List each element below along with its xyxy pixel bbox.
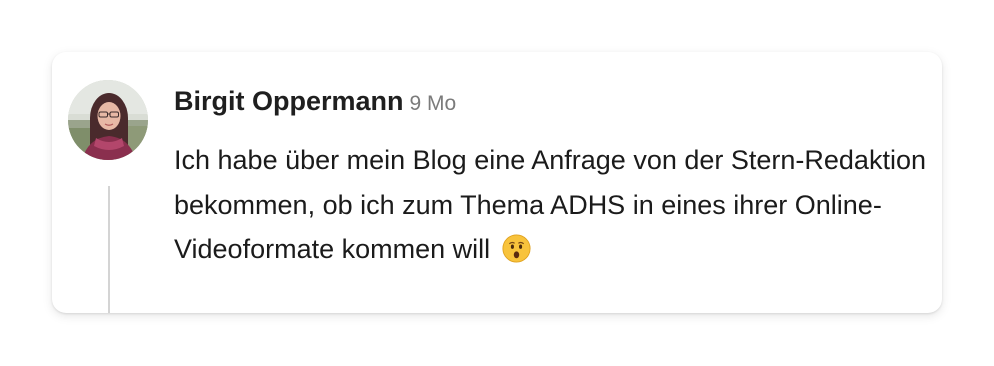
- post-card: Birgit Oppermann 9 Mo Ich habe über mein …: [52, 52, 942, 313]
- post-text: Ich habe über mein Blog eine Anfrage von…: [174, 138, 934, 272]
- avatar[interactable]: [68, 80, 148, 160]
- post-header: Birgit Oppermann 9 Mo: [174, 86, 456, 117]
- avatar-photo: [68, 80, 148, 160]
- post-text-content: Ich habe über mein Blog eine Anfrage von…: [174, 145, 926, 264]
- thread-line: [108, 186, 110, 313]
- post-time[interactable]: 9 Mo: [410, 92, 457, 115]
- face-with-open-mouth-icon: [502, 234, 531, 263]
- author-name[interactable]: Birgit Oppermann: [174, 86, 404, 116]
